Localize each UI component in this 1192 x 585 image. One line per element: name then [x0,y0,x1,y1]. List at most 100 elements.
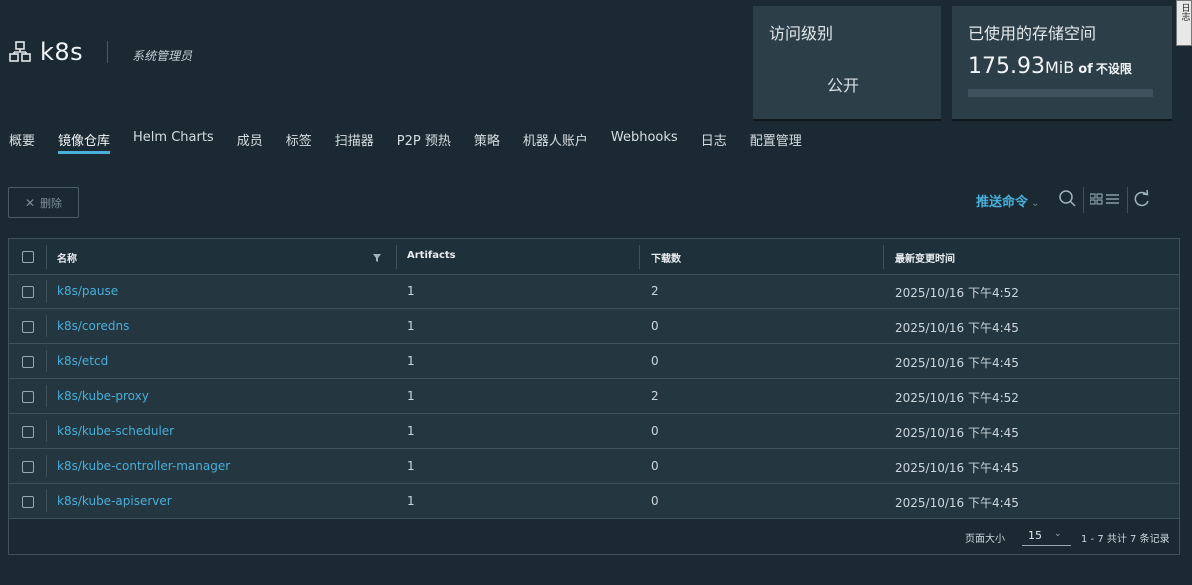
chevron-down-icon: ⌄ [1054,529,1062,539]
artifacts-count: 1 [407,354,415,368]
column-divider [46,245,47,269]
tab-4[interactable]: 标签 [286,125,312,154]
repository-name-link[interactable]: k8s/kube-scheduler [57,424,174,438]
repository-name-link[interactable]: k8s/etcd [57,354,108,368]
update-time: 2025/10/16 下午4:45 [895,321,1019,335]
storage-unit: MiB [1044,58,1075,77]
project-tabs: 概要 镜像仓库 Helm Charts 成员 标签 扫描器 P2P 预热 策略 机器人账户 Web… [0,125,1192,155]
tab-0[interactable]: 概要 [9,125,35,154]
update-time: 2025/10/16 下午4:45 [895,496,1019,510]
column-divider [46,385,47,407]
storage-limit: 不设限 [1095,62,1132,76]
table-row: k8s/kube-controller-manager 1 0 2025/10/16 … [9,449,1179,484]
pull-count: 0 [651,354,659,368]
update-time: 2025/10/16 下午4:52 [895,286,1019,300]
toolbar-divider [1127,187,1128,213]
filter-icon[interactable] [373,254,381,262]
tab-10[interactable]: 日志 [701,125,727,154]
table-row: k8s/pause 1 2 2025/10/16 下午4:52 [9,274,1179,309]
artifacts-count: 1 [407,459,415,473]
page-size-label: 页面大小 [965,534,1005,545]
pull-count: 0 [651,424,659,438]
close-icon: ✕ [24,195,36,210]
repo-toolbar: ✕ 删除 推送命令 ⌄ [0,187,1192,219]
column-header-artifacts[interactable]: Artifacts [407,250,456,261]
refresh-icon[interactable] [1133,189,1151,209]
table-row: k8s/kube-proxy 1 2 2025/10/16 下午4:52 [9,379,1179,414]
storage-usage-amount: 175.93MiB of 不设限 [968,54,1132,79]
storage-progress-bar [968,89,1153,97]
tab-2[interactable]: Helm Charts [133,125,214,154]
pull-count: 0 [651,459,659,473]
repository-name-link[interactable]: k8s/kube-controller-manager [57,459,230,473]
column-divider [883,245,884,269]
row-checkbox[interactable] [22,356,34,368]
search-icon[interactable] [1058,189,1078,209]
push-command-label: 推送命令 [976,195,1029,210]
storage-usage-title: 已使用的存储空间 [968,24,1097,43]
page-size-value: 15 [1028,529,1042,542]
column-divider [639,245,640,269]
project-name: k8s [40,38,84,66]
row-checkbox[interactable] [22,461,34,473]
tab-8[interactable]: 机器人账户 [523,125,588,154]
side-drawer-tab[interactable]: 日志 [1176,0,1192,46]
tab-3[interactable]: 成员 [237,125,263,154]
side-drawer-label: 日志 [1179,3,1190,21]
row-checkbox[interactable] [22,391,34,403]
access-level-title: 访问级别 [769,24,834,43]
table-row: k8s/kube-scheduler 1 0 2025/10/16 下午4:45 [9,414,1179,449]
table-header: 名称 Artifacts 下载数 最新变更时间 [9,239,1179,275]
column-divider [46,280,47,302]
page-size-select[interactable]: 15 ⌄ [1022,526,1071,546]
project-role: 系统管理员 [132,48,193,63]
table-row: k8s/etcd 1 0 2025/10/16 下午4:45 [9,344,1179,379]
column-header-pulls[interactable]: 下载数 [651,250,681,265]
access-level-card: 访问级别 公开 [753,6,941,119]
toolbar-divider [1083,187,1084,213]
artifacts-count: 1 [407,494,415,508]
column-divider [46,490,47,512]
tab-6[interactable]: P2P 预热 [397,125,451,154]
delete-button[interactable]: ✕ 删除 [8,187,79,218]
row-checkbox[interactable] [22,496,34,508]
row-checkbox[interactable] [22,286,34,298]
column-divider [46,420,47,442]
storage-amount: 175.93 [968,54,1045,79]
title-divider [107,41,109,63]
repository-name-link[interactable]: k8s/coredns [57,319,129,333]
tab-5[interactable]: 扫描器 [335,125,374,154]
project-header: k8s 系统管理员 访问级别 公开 已使用的存储空间 175.93MiB of 不设… [0,0,1192,125]
row-checkbox[interactable] [22,321,34,333]
column-header-name[interactable]: 名称 [57,250,77,265]
select-all-checkbox[interactable] [22,251,34,263]
access-level-value: 公开 [827,76,860,95]
artifacts-count: 1 [407,319,415,333]
push-command-dropdown[interactable]: 推送命令 ⌄ [976,191,1039,210]
tab-7[interactable]: 策略 [474,125,500,154]
column-divider [46,455,47,477]
update-time: 2025/10/16 下午4:45 [895,461,1019,475]
pull-count: 0 [651,494,659,508]
pull-count: 2 [651,389,659,403]
tab-1[interactable]: 镜像仓库 [58,125,111,154]
artifacts-count: 1 [407,424,415,438]
repository-name-link[interactable]: k8s/pause [57,284,118,298]
update-time: 2025/10/16 下午4:52 [895,391,1019,405]
column-divider [46,350,47,372]
table-row: k8s/kube-apiserver 1 0 2025/10/16 下午4:45 [9,484,1179,519]
repository-name-link[interactable]: k8s/kube-proxy [57,389,149,403]
artifacts-count: 1 [407,284,415,298]
pagination-summary: 1 - 7 共计 7 条记录 [1081,534,1170,545]
update-time: 2025/10/16 下午4:45 [895,426,1019,440]
row-checkbox[interactable] [22,426,34,438]
repository-name-link[interactable]: k8s/kube-apiserver [57,494,172,508]
storage-usage-card: 已使用的存储空间 175.93MiB of 不设限 [952,6,1172,119]
project-icon [9,41,31,62]
project-title-group: k8s 系统管理员 [8,38,192,66]
column-header-updated[interactable]: 最新变更时间 [895,250,955,265]
view-toggle-icon[interactable] [1090,192,1126,206]
tab-11[interactable]: 配置管理 [750,125,802,154]
tab-9[interactable]: Webhooks [611,125,678,154]
artifacts-count: 1 [407,389,415,403]
